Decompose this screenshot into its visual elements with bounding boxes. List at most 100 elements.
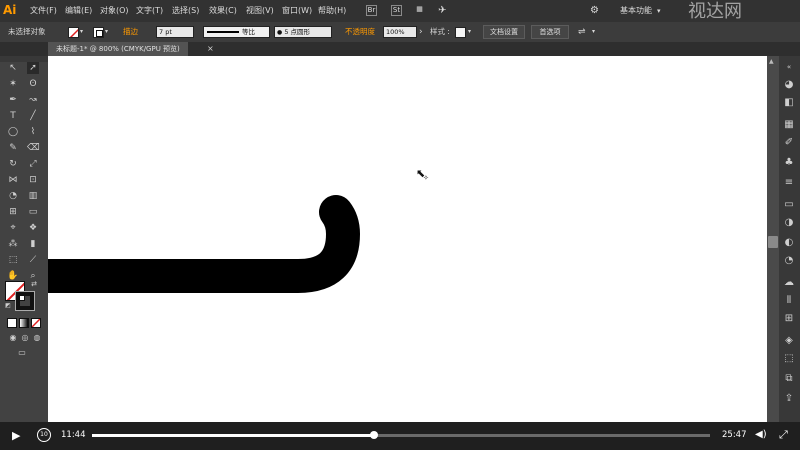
- preferences-button[interactable]: 首选项: [531, 25, 569, 39]
- draw-inside-icon[interactable]: ◍: [31, 332, 43, 344]
- gradient-mode-icon[interactable]: [19, 318, 29, 328]
- video-progress-knob[interactable]: [370, 431, 378, 439]
- menu-select[interactable]: 选择(S): [172, 0, 199, 22]
- fill-dropdown-icon[interactable]: ▾: [80, 22, 83, 42]
- opacity-field[interactable]: 100%: [383, 26, 417, 38]
- rotate-tool-icon[interactable]: ↻: [7, 158, 19, 170]
- transform-panel-icon[interactable]: ⊞: [782, 312, 796, 326]
- align-options-icon[interactable]: ⇌: [578, 22, 586, 42]
- stroke-panel-icon[interactable]: ≡: [782, 176, 796, 190]
- draw-normal-icon[interactable]: ◉: [7, 332, 19, 344]
- gradient-tool-icon[interactable]: ▭: [27, 206, 39, 218]
- align-panel-icon[interactable]: ⫴: [782, 294, 796, 308]
- style-dropdown-icon[interactable]: ▾: [468, 22, 471, 42]
- ellipse-tool-icon[interactable]: ◯: [7, 126, 19, 138]
- stock-icon[interactable]: St: [391, 5, 402, 16]
- opacity-arrow-icon[interactable]: ›: [419, 22, 423, 42]
- symbol-sprayer-tool-icon[interactable]: ⁂: [7, 238, 19, 250]
- slice-tool-icon[interactable]: ⟋: [27, 254, 39, 266]
- default-fill-stroke-icon[interactable]: ◩: [2, 300, 14, 312]
- width-tool-icon[interactable]: ⋈: [7, 174, 19, 186]
- gpu-rocket-icon[interactable]: ✈: [438, 0, 446, 22]
- menu-object[interactable]: 对象(O): [100, 0, 129, 22]
- menu-type[interactable]: 文字(T): [136, 0, 163, 22]
- pencil-tool-icon[interactable]: ✎: [7, 142, 19, 154]
- menu-window[interactable]: 窗口(W): [282, 0, 312, 22]
- free-transform-tool-icon[interactable]: ⊡: [27, 174, 39, 186]
- collapse-panels-icon[interactable]: «: [782, 60, 796, 74]
- magic-wand-tool-icon[interactable]: ✶: [7, 78, 19, 90]
- scroll-up-icon[interactable]: ▲: [769, 58, 774, 65]
- mesh-tool-icon[interactable]: ⊞: [7, 206, 19, 218]
- color-mode-icon[interactable]: [7, 318, 17, 328]
- brushes-panel-icon[interactable]: ✐: [782, 136, 796, 150]
- document-tab[interactable]: 未标题-1* @ 800% (CMYK/GPU 预览): [48, 42, 188, 56]
- control-menu-icon[interactable]: ▾: [592, 22, 595, 42]
- stroke-label[interactable]: 描边: [123, 22, 138, 42]
- eraser-tool-icon[interactable]: ⌫: [27, 142, 40, 154]
- menu-view[interactable]: 视图(V): [246, 0, 274, 22]
- menu-help[interactable]: 帮助(H): [318, 0, 346, 22]
- stroke-swatch[interactable]: [93, 27, 104, 38]
- workspace-switcher[interactable]: 基本功能: [620, 0, 652, 22]
- artboard-tool-icon[interactable]: ⬚: [7, 254, 19, 266]
- selection-status: 未选择对象: [8, 27, 46, 36]
- type-tool-icon[interactable]: T: [7, 110, 19, 122]
- volume-icon[interactable]: ◀): [755, 428, 767, 442]
- bridge-icon[interactable]: Br: [366, 5, 377, 16]
- workspace-chevron-icon[interactable]: ▾: [657, 0, 661, 22]
- line-segment-tool-icon[interactable]: ╱: [27, 110, 39, 122]
- fullscreen-icon[interactable]: ⤢: [779, 428, 788, 442]
- document-setup-button[interactable]: 文档设置: [483, 25, 525, 39]
- fill-swatch[interactable]: [68, 27, 79, 38]
- play-icon[interactable]: ▶: [12, 429, 20, 443]
- appearance-panel-icon[interactable]: ◐: [782, 236, 796, 250]
- variable-width-profile[interactable]: 等比: [203, 26, 270, 38]
- symbols-panel-icon[interactable]: ♣: [782, 156, 796, 170]
- opacity-label[interactable]: 不透明度: [345, 22, 375, 42]
- screen-mode-icon[interactable]: ▭: [15, 347, 29, 359]
- stroked-path: [48, 195, 360, 293]
- sync-icon[interactable]: ⚙: [590, 0, 599, 22]
- scroll-thumb[interactable]: [768, 236, 778, 248]
- swap-fill-stroke-icon[interactable]: ⇄: [28, 278, 40, 290]
- brush-definition[interactable]: ● 5 点圆形: [274, 26, 332, 38]
- replay-10-icon[interactable]: 10: [37, 428, 51, 442]
- swatches-panel-icon[interactable]: ▦: [782, 118, 796, 132]
- perspective-grid-tool-icon[interactable]: ▥: [27, 190, 39, 202]
- shape-builder-tool-icon[interactable]: ◔: [7, 190, 19, 202]
- gradient-panel-icon[interactable]: ▭: [782, 198, 796, 212]
- transparency-panel-icon[interactable]: ◑: [782, 216, 796, 230]
- draw-behind-icon[interactable]: ◎: [19, 332, 31, 344]
- direct-selection-tool-icon[interactable]: ➚: [27, 62, 39, 74]
- cursor-sparkle-icon: ✧: [423, 174, 429, 182]
- stroke-color-swatch[interactable]: [15, 291, 35, 311]
- graphic-style-swatch[interactable]: [455, 27, 466, 38]
- artboard-canvas[interactable]: ⬉ ✧: [48, 56, 767, 422]
- links-panel-icon[interactable]: ⧉: [782, 372, 796, 386]
- layers-panel-icon[interactable]: ◈: [782, 334, 796, 348]
- stroke-weight-field[interactable]: 7 pt: [156, 26, 194, 38]
- asset-export-icon[interactable]: ⇪: [782, 392, 796, 406]
- stroke-dropdown-icon[interactable]: ▾: [105, 22, 108, 42]
- menu-file[interactable]: 文件(F): [30, 0, 57, 22]
- creative-cloud-libraries-icon[interactable]: ☁: [782, 276, 796, 290]
- blend-tool-icon[interactable]: ❖: [27, 222, 39, 234]
- artboards-panel-icon[interactable]: ⬚: [782, 352, 796, 366]
- graphic-styles-icon[interactable]: ◔: [782, 254, 796, 268]
- menu-edit[interactable]: 编辑(E): [65, 0, 92, 22]
- none-mode-icon[interactable]: [31, 318, 41, 328]
- scale-tool-icon[interactable]: ⤢: [27, 158, 39, 170]
- eyedropper-tool-icon[interactable]: ⌖: [7, 222, 19, 234]
- color-guide-icon[interactable]: ◧: [782, 96, 796, 110]
- column-graph-tool-icon[interactable]: ▮: [27, 238, 39, 250]
- paintbrush-tool-icon[interactable]: ⌇: [27, 126, 39, 138]
- selection-tool-icon[interactable]: ↖: [7, 62, 19, 74]
- arrange-grid-icon[interactable]: ▦: [414, 5, 425, 16]
- menu-effect[interactable]: 效果(C): [209, 0, 237, 22]
- lasso-tool-icon[interactable]: ʘ: [27, 78, 39, 90]
- color-panel-icon[interactable]: ◕: [782, 78, 796, 92]
- pen-tool-icon[interactable]: ✒: [7, 94, 19, 106]
- curvature-tool-icon[interactable]: ↝: [27, 94, 39, 106]
- close-tab-icon[interactable]: ×: [207, 42, 214, 56]
